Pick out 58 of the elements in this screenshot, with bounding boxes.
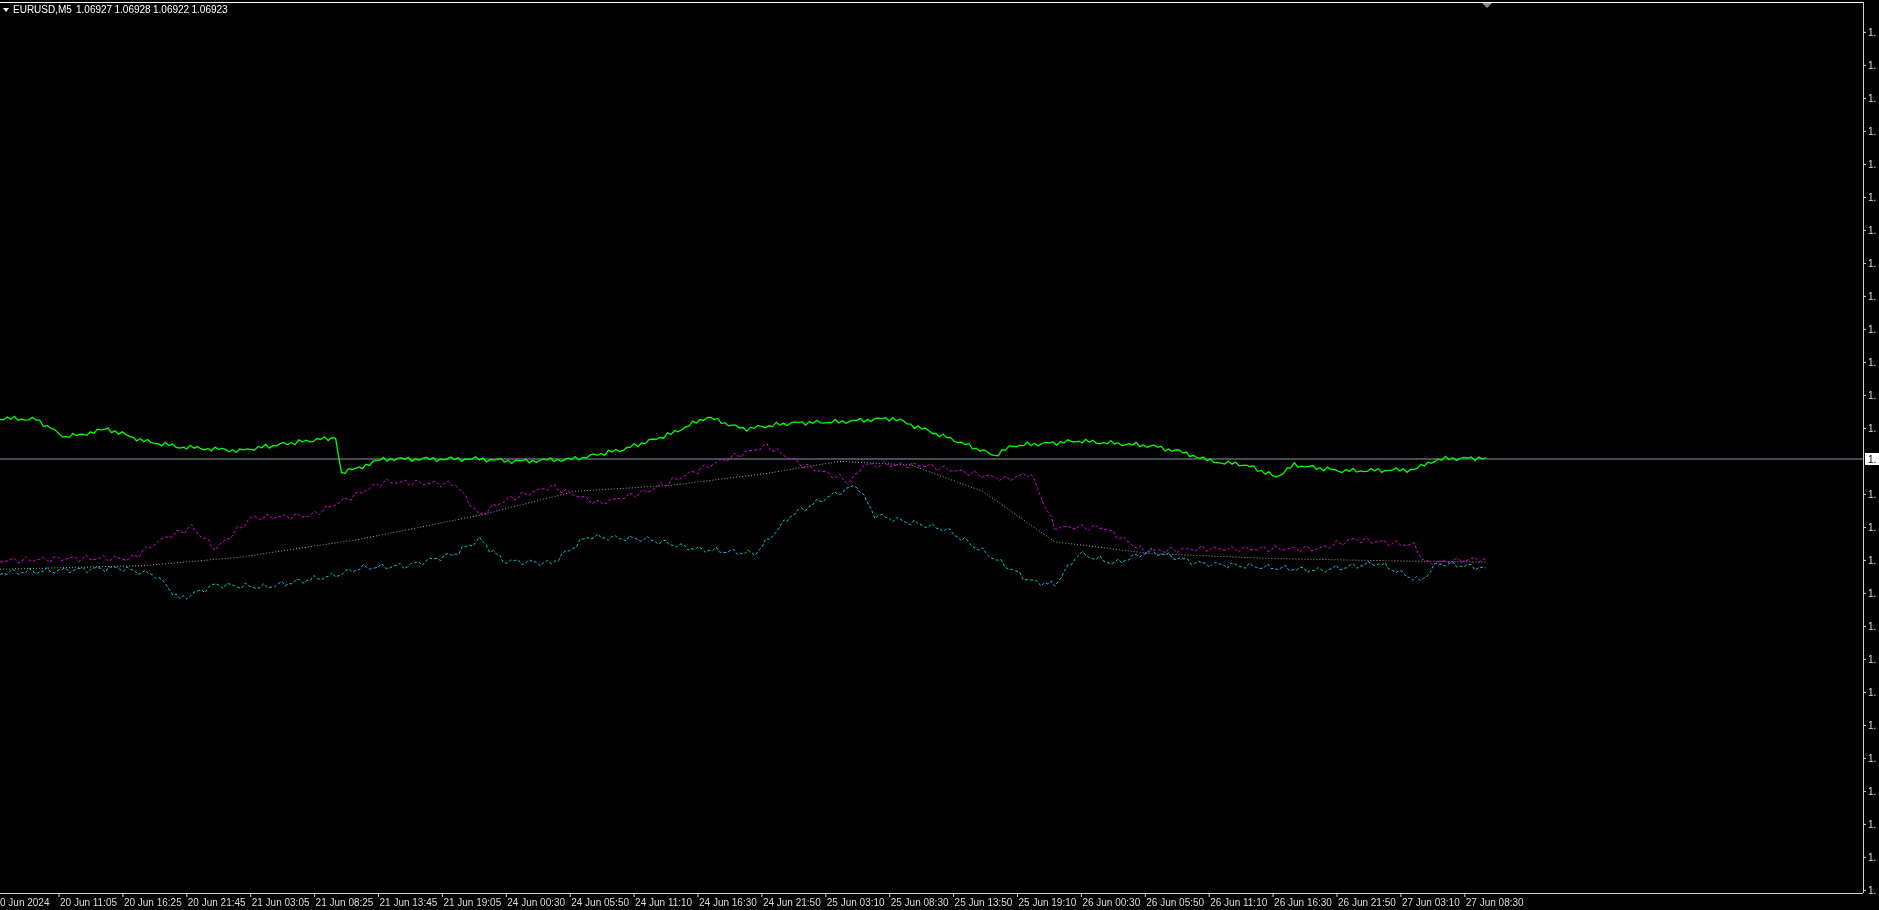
- time-label: 26 Jun 05:50: [1146, 897, 1205, 908]
- time-label: 20 Jun 21:45: [187, 897, 246, 908]
- time-label: 25 Jun 08:30: [890, 897, 949, 908]
- price-label: 1.: [1868, 489, 1877, 501]
- time-label: 26 Jun 00:30: [1082, 897, 1141, 908]
- time-label: 21 Jun 19:05: [443, 897, 502, 908]
- time-label: 24 Jun 21:50: [762, 897, 821, 908]
- shift-marker-icon[interactable]: [1482, 3, 1492, 8]
- price-label: 1.: [1868, 588, 1877, 600]
- time-label: 24 Jun 11:10: [635, 897, 693, 908]
- price-label: 1.: [1868, 192, 1877, 204]
- chart-symbol: EURUSD,M5: [13, 4, 72, 15]
- price-label: 1.: [1868, 423, 1877, 435]
- time-label: 25 Jun 19:10: [1018, 897, 1077, 908]
- price-label: 1.: [1868, 291, 1877, 303]
- ohlc-value: 1.06923: [191, 4, 228, 15]
- time-label: 25 Jun 13:50: [954, 897, 1013, 908]
- time-label: 24 Jun 05:50: [571, 897, 630, 908]
- dropdown-arrow-icon[interactable]: [3, 8, 9, 12]
- ohlc-value: 1.06927: [76, 4, 113, 15]
- price-label: 1.: [1868, 27, 1877, 39]
- time-label: 20 Jun 11:05: [60, 897, 118, 908]
- price-label: 1.: [1868, 126, 1877, 138]
- price-label: 1.: [1868, 819, 1877, 831]
- time-label: 21 Jun 03:05: [251, 897, 310, 908]
- time-label: 26 Jun 21:50: [1338, 897, 1396, 908]
- time-label: 24 Jun 00:30: [507, 897, 566, 908]
- price-label: 1.: [1868, 885, 1877, 897]
- time-label: 27 Jun 03:10: [1401, 897, 1460, 908]
- price-label: 1.: [1868, 324, 1877, 336]
- price-label: 1.: [1868, 390, 1877, 402]
- time-label: 26 Jun 11:10: [1210, 897, 1268, 908]
- price-label: 1.: [1868, 93, 1877, 105]
- time-label: 27 Jun 08:30: [1465, 897, 1524, 908]
- time-label: 24 Jun 16:30: [699, 897, 757, 908]
- price-label: 1.: [1868, 654, 1877, 666]
- price-label: 1.: [1868, 555, 1877, 567]
- price-label: 1.: [1868, 60, 1877, 72]
- current-price-tag: 1.: [1865, 453, 1879, 465]
- time-label: 21 Jun 13:45: [379, 897, 438, 908]
- time-label: 26 Jun 16:30: [1274, 897, 1332, 908]
- ohlc-value: 1.06928: [114, 4, 151, 15]
- time-label: 20 Jun 16:25: [123, 897, 182, 908]
- time-label: 25 Jun 03:10: [826, 897, 885, 908]
- price-label: 1.: [1868, 753, 1877, 765]
- price-label: 1.: [1868, 159, 1877, 171]
- price-label: 1.: [1868, 786, 1877, 798]
- price-label: 1.: [1868, 522, 1877, 534]
- price-label: 1.: [1868, 225, 1877, 237]
- price-label: 1.: [1868, 720, 1877, 732]
- price-label: 1.: [1868, 357, 1877, 369]
- price-label: 1.: [1868, 687, 1877, 699]
- price-label: 1.: [1868, 852, 1877, 864]
- time-label: 21 Jun 08:25: [315, 897, 374, 908]
- ohlc-value: 1.06922: [153, 4, 190, 15]
- price-label: 1.: [1868, 621, 1877, 633]
- price-label: 1.: [1868, 258, 1877, 270]
- time-label: 0 Jun 2024: [0, 897, 50, 908]
